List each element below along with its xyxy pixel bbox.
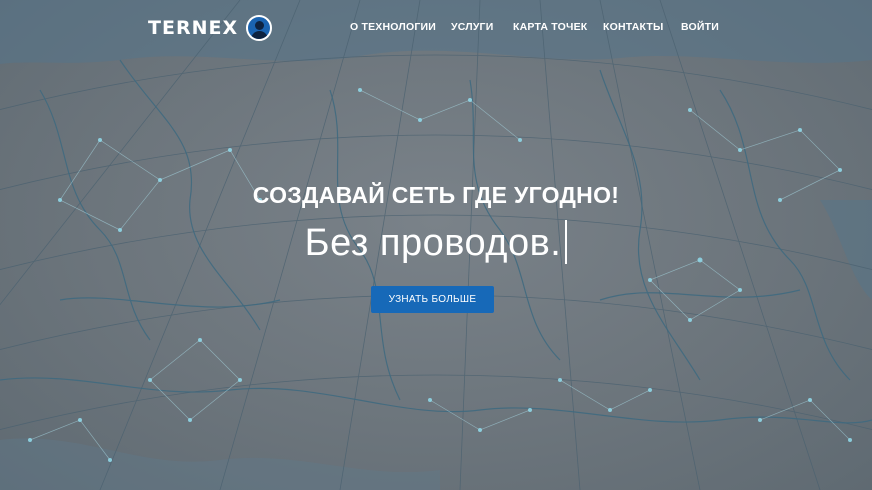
user-avatar-icon — [246, 15, 273, 41]
nav-item-login[interactable]: ВОЙТИ — [681, 21, 719, 33]
brand-logo[interactable]: TERNEX — [148, 14, 273, 42]
nav-item-points-map[interactable]: КАРТА ТОЧЕК — [513, 21, 587, 33]
hero-subline: Без проводов. — [304, 222, 562, 264]
hero-subline-wrapper: Без проводов. — [0, 219, 872, 265]
learn-more-button[interactable]: УЗНАТЬ БОЛЬШЕ — [371, 286, 494, 313]
brand-name: TERNEX — [148, 17, 239, 39]
hero-headline: СОЗДАВАЙ СЕТЬ ГДЕ УГОДНО! — [252, 182, 620, 208]
nav-item-services[interactable]: УСЛУГИ — [451, 21, 493, 33]
typing-caret — [565, 219, 568, 264]
nav-item-contacts[interactable]: КОНТАКТЫ — [603, 21, 663, 33]
nav-item-technology[interactable]: О ТЕХНОЛОГИИ — [350, 21, 436, 33]
top-navigation: TERNEX О ТЕХНОЛОГИИ УСЛУГИ КАРТА ТОЧЕК К… — [0, 0, 872, 56]
